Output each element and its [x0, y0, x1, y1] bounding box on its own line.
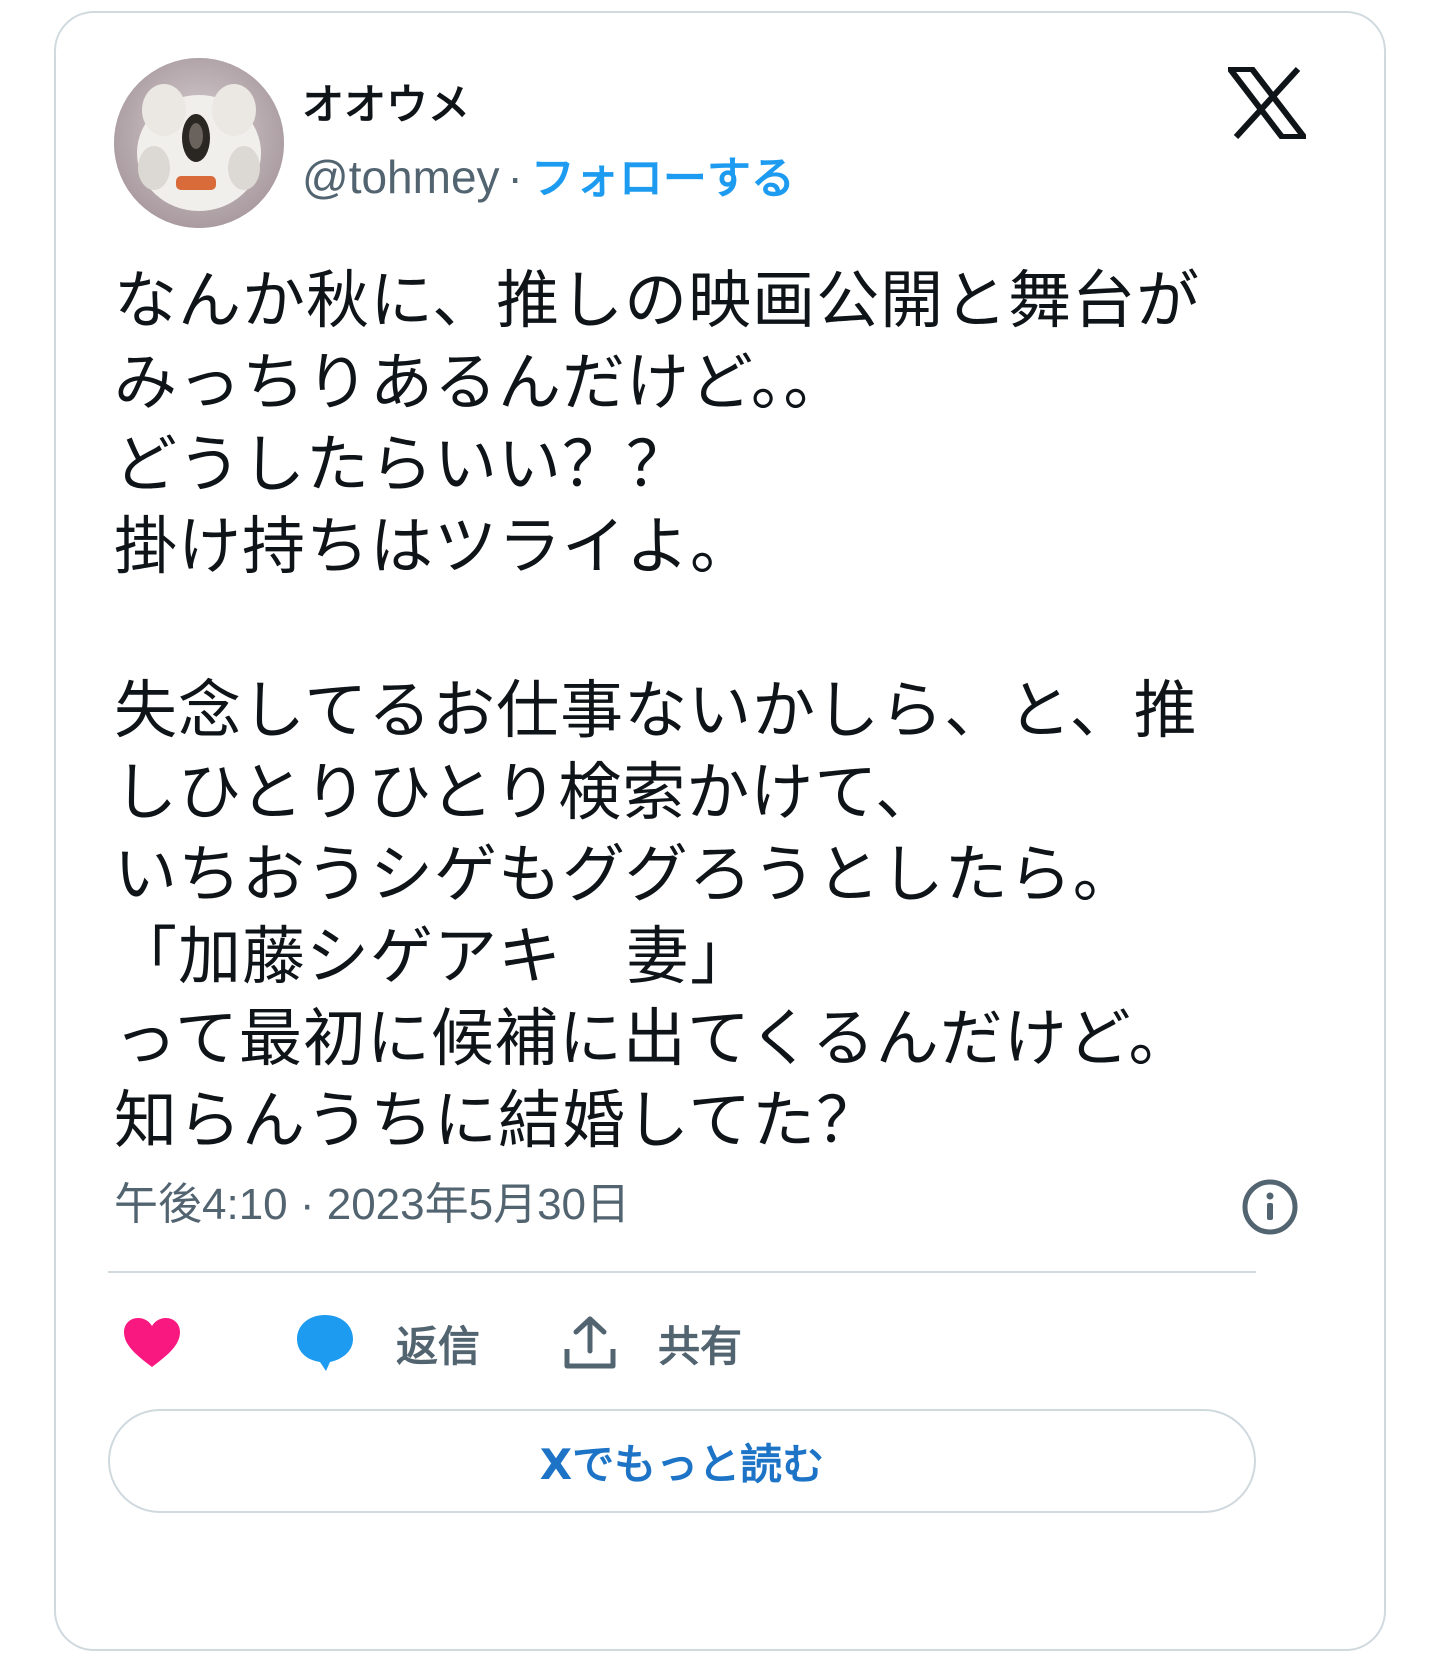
- heart-icon: [124, 1318, 180, 1367]
- tweet-card: オオウメ @tohmey · フォローする なんか秋に、推しの映画公開と舞台が みっ…: [54, 11, 1386, 1651]
- x-logo-icon[interactable]: [1223, 66, 1311, 140]
- avatar-image: [114, 58, 284, 228]
- author-block: オオウメ @tohmey · フォローする: [302, 75, 795, 207]
- avatar[interactable]: [114, 58, 284, 228]
- action-bar: 返信 共有: [114, 1307, 1294, 1379]
- author-meta: @tohmey · フォローする: [302, 149, 795, 207]
- meta-separator: ·: [507, 151, 523, 203]
- share-upload-icon: [564, 1316, 616, 1369]
- tweet-text: なんか秋に、推しの映画公開と舞台が みっちりあるんだけど。。 どうしたらいい？？…: [114, 264, 1201, 1157]
- read-more-button[interactable]: Xでもっと読む: [108, 1409, 1256, 1513]
- follow-button[interactable]: フォローする: [531, 153, 795, 204]
- reply-button[interactable]: 返信: [294, 1307, 480, 1379]
- info-icon[interactable]: [1240, 1177, 1300, 1237]
- author-name[interactable]: オオウメ: [302, 75, 795, 135]
- reply-label: 返信: [396, 1321, 481, 1371]
- share-label: 共有: [658, 1321, 743, 1371]
- author-handle[interactable]: @tohmey: [302, 151, 500, 203]
- divider: [108, 1271, 1256, 1273]
- speech-bubble-icon: [297, 1315, 353, 1371]
- like-button[interactable]: [122, 1307, 222, 1379]
- tweet-timestamp[interactable]: 午後4:10 · 2023年5月30日: [114, 1173, 630, 1237]
- share-button[interactable]: 共有: [562, 1307, 742, 1379]
